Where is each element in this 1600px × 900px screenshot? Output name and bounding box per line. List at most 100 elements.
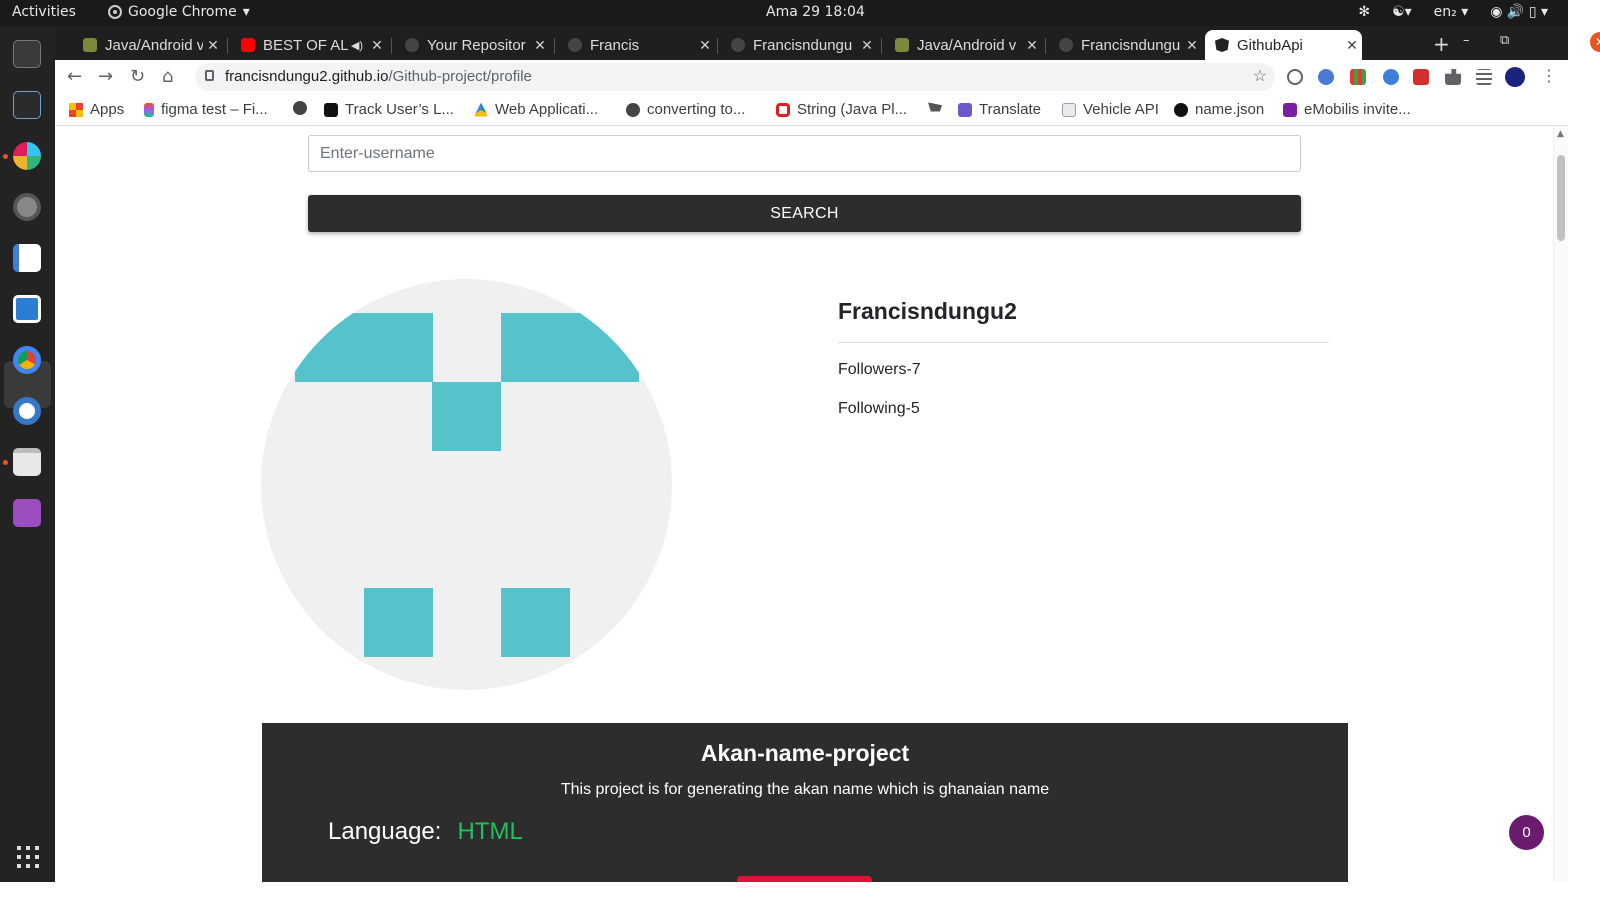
bookmark-globe[interactable] (293, 101, 314, 115)
slack-icon[interactable] (13, 142, 41, 170)
bookmark-star-icon[interactable]: ☆ (1253, 66, 1267, 86)
tab-francis[interactable]: Francis ✕ (558, 30, 715, 60)
bookmark-web-applications[interactable]: Web Applicati... (474, 101, 598, 118)
globe-icon (293, 101, 307, 115)
bookmark-label: String (Java Pl... (797, 101, 908, 118)
scrollbar-thumb[interactable] (1557, 155, 1565, 241)
show-apps-icon[interactable] (17, 846, 39, 868)
bookmark-label: converting to... (647, 101, 746, 118)
files-icon[interactable] (13, 448, 41, 476)
apps-grid-icon (69, 102, 83, 117)
close-icon[interactable]: ✕ (1022, 37, 1042, 54)
scroll-up-icon[interactable]: ▲ (1557, 129, 1564, 139)
extension-icon[interactable] (1413, 69, 1429, 85)
app-menu-label: Google Chrome (128, 4, 237, 20)
forward-icon[interactable]: → (98, 66, 113, 87)
puzzle-extensions-icon[interactable] (1445, 69, 1461, 85)
close-icon[interactable]: ✕ (530, 37, 550, 54)
bookmark-figma[interactable]: figma test – Fi... (144, 101, 268, 118)
close-icon[interactable]: ✕ (857, 37, 877, 54)
drive-icon (474, 102, 488, 117)
text-editor-icon[interactable] (13, 244, 41, 272)
repo-card: Akan-name-project This project is for ge… (262, 723, 1348, 882)
close-icon[interactable]: ✕ (695, 37, 715, 54)
system-top-bar: Activities Google Chrome ▾ Ama 29 18:04 … (0, 0, 1568, 26)
bookmark-name-json[interactable]: name.json (1174, 101, 1264, 118)
browser-toolbar: ← → ↻ ⌂ francisndungu2.github.io/Github-… (55, 60, 1568, 94)
writer-document-icon[interactable] (13, 295, 41, 323)
running-indicator (3, 154, 8, 159)
notification-badge[interactable]: 0 (1509, 815, 1544, 850)
close-icon[interactable]: ✕ (367, 37, 387, 54)
more-menu-icon[interactable]: ⋮ (1541, 66, 1557, 85)
extension-icon[interactable] (1318, 69, 1334, 85)
tab-java-android-2[interactable]: Java/Android v ✕ (885, 30, 1042, 60)
followers-count: Followers-7 (838, 361, 921, 378)
accessibility-icon[interactable]: ☯▾ (1392, 4, 1412, 20)
chrome-dock-icon[interactable] (13, 346, 41, 374)
repo-link-button[interactable] (737, 876, 872, 882)
tab-divider (554, 38, 555, 54)
username-search-input[interactable] (308, 135, 1301, 172)
close-icon[interactable]: ✕ (203, 37, 223, 54)
bookmark-converting[interactable]: converting to... (626, 101, 745, 118)
bookmark-label: figma test – Fi... (161, 101, 268, 118)
dock (0, 26, 55, 882)
audio-playing-icon[interactable]: ◀) (351, 39, 363, 52)
language-indicator[interactable]: en₂ ▾ (1434, 4, 1469, 20)
profile-username: Francisndungu2 (838, 298, 1017, 324)
search-button[interactable]: SEARCH (308, 195, 1301, 232)
bookmark-vehicle-api[interactable]: Vehicle API (1062, 101, 1159, 118)
tab-your-repositories[interactable]: Your Repositor ✕ (395, 30, 550, 60)
back-icon[interactable]: ← (67, 66, 82, 87)
terminal-icon[interactable] (13, 40, 41, 68)
bookmark-translate[interactable]: Translate (958, 101, 1041, 118)
bookmark-string-java[interactable]: String (Java Pl... (776, 101, 907, 118)
minimize-icon[interactable]: – (1463, 33, 1470, 48)
system-status-icons[interactable]: ◉ 🔊 ▯ ▾ (1490, 4, 1548, 20)
tab-divider (881, 38, 882, 54)
bookmark-track-user[interactable]: Track User’s L... (324, 101, 454, 118)
close-icon[interactable]: ✕ (1182, 37, 1202, 54)
media-controls-icon[interactable] (1476, 69, 1492, 85)
tab-best-of[interactable]: BEST OF AL ◀) ✕ (231, 30, 387, 60)
extension-icon[interactable] (1383, 69, 1399, 85)
globe-icon (626, 102, 640, 117)
bookmark-emobilis[interactable]: eMobilis invite... (1283, 101, 1411, 118)
bookmark-cart[interactable] (928, 101, 949, 115)
system-tray[interactable]: ✻ ☯▾ en₂ ▾ ◉ 🔊 ▯ ▾ (1358, 4, 1548, 20)
tab-githubapi[interactable]: GithubApi ✕ (1205, 30, 1362, 60)
repo-language-label: Language: (328, 818, 442, 845)
new-tab-icon[interactable]: + (1433, 32, 1450, 56)
tab-francisndungu-2[interactable]: Francisndungu ✕ (1049, 30, 1202, 60)
android-studio-icon[interactable] (13, 397, 41, 425)
bookmark-apps[interactable]: Apps (69, 101, 124, 118)
lock-icon[interactable] (205, 70, 214, 81)
restore-icon[interactable]: ⧉ (1500, 33, 1509, 48)
extension-icon[interactable] (1287, 69, 1303, 85)
settings-gear-icon[interactable] (13, 193, 41, 221)
app-menu[interactable]: Google Chrome ▾ (108, 4, 250, 20)
clock[interactable]: Ama 29 18:04 (766, 4, 865, 20)
translate-icon (958, 102, 972, 117)
close-icon[interactable]: ✕ (1342, 37, 1362, 54)
system-monitor-icon[interactable] (13, 91, 41, 119)
reload-icon[interactable]: ↻ (130, 66, 145, 87)
window-close-icon[interactable]: ✕ (1590, 32, 1600, 52)
extension-icon[interactable] (1350, 69, 1366, 85)
repo-description: This project is for generating the akan … (560, 781, 1050, 798)
video-player-icon[interactable] (13, 499, 41, 527)
network-status-icon: ✻ (1358, 4, 1371, 20)
figma-icon (144, 102, 154, 117)
url-host: francisndungu2.github.io (225, 68, 389, 85)
home-icon[interactable]: ⌂ (162, 66, 173, 87)
bookmark-label: Apps (90, 101, 125, 118)
tab-java-android-1[interactable]: Java/Android v ✕ (73, 30, 223, 60)
tab-title: Francis (590, 36, 640, 54)
address-bar[interactable]: francisndungu2.github.io/Github-project/… (195, 63, 1275, 91)
bookmark-label: Track User’s L... (345, 101, 454, 118)
avatar[interactable] (1505, 67, 1525, 87)
page-scrollbar[interactable]: ▲ (1553, 127, 1568, 882)
tab-francisndungu-1[interactable]: Francisndungu ✕ (721, 30, 877, 60)
activities-button[interactable]: Activities (12, 4, 76, 20)
